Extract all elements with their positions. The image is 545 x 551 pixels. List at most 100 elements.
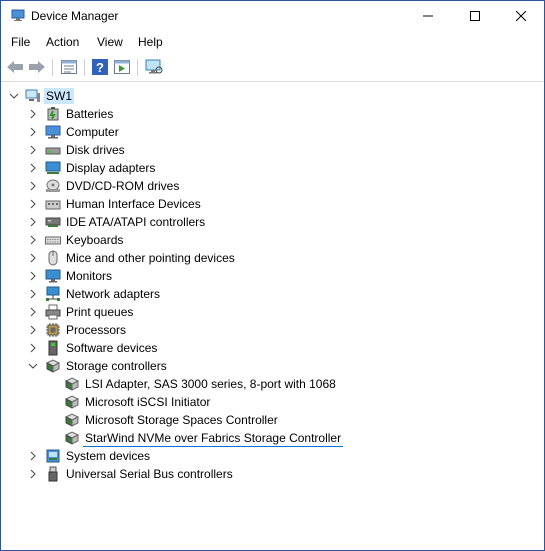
system-device-icon — [46, 449, 60, 463]
toolbar-separator — [52, 59, 53, 76]
tree-item-system-devices[interactable]: System devices — [1, 447, 544, 465]
tree-item-mice[interactable]: Mice and other pointing devices — [1, 249, 544, 267]
chevron-right-icon[interactable] — [28, 145, 38, 155]
monitor-icon — [45, 269, 61, 283]
printer-icon — [45, 304, 61, 320]
toolbar-separator — [137, 59, 138, 76]
tree-item-batteries[interactable]: Batteries — [1, 105, 544, 123]
menu-action[interactable]: Action — [46, 35, 79, 49]
scan-hardware-button[interactable] — [144, 57, 164, 77]
storage-controller-icon — [45, 359, 61, 373]
properties-button[interactable] — [59, 57, 79, 77]
tree-item-label: Mice and other pointing devices — [66, 251, 235, 265]
tree-item-keyboards[interactable]: Keyboards — [1, 231, 544, 249]
storage-controller-icon — [64, 377, 80, 391]
storage-device-label: Microsoft iSCSI Initiator — [85, 395, 211, 409]
run-button[interactable] — [112, 57, 132, 77]
tree-item-network-adapters[interactable]: Network adapters — [1, 285, 544, 303]
ide-controller-icon — [45, 217, 61, 227]
chevron-right-icon[interactable] — [28, 181, 38, 191]
device-manager-icon — [11, 9, 25, 21]
minimize-button[interactable] — [405, 1, 451, 31]
toolbar: ? — [1, 54, 544, 81]
chevron-right-icon[interactable] — [28, 163, 38, 173]
tree-item-hid[interactable]: Human Interface Devices — [1, 195, 544, 213]
tree-item-label: Keyboards — [66, 233, 124, 247]
menu-bar: File Action View Help — [1, 33, 544, 53]
chevron-right-icon[interactable] — [28, 235, 38, 245]
tree-item-print-queues[interactable]: Print queues — [1, 303, 544, 321]
storage-device-starwind-nvme[interactable]: StarWind NVMe over Fabrics Storage Contr… — [1, 429, 544, 447]
forward-button[interactable] — [27, 57, 47, 77]
tree-item-label: Disk drives — [66, 143, 125, 157]
chevron-right-icon[interactable] — [28, 217, 38, 227]
tree-root[interactable]: SW1 — [1, 87, 544, 105]
tree-item-monitors[interactable]: Monitors — [1, 267, 544, 285]
tree-item-label: Human Interface Devices — [66, 197, 201, 211]
tree-item-software-devices[interactable]: Software devices — [1, 339, 544, 357]
chevron-down-icon[interactable] — [9, 91, 19, 101]
computer-icon — [45, 125, 61, 139]
computer-icon — [25, 89, 40, 102]
run-icon — [114, 60, 130, 74]
chevron-down-icon[interactable] — [28, 361, 38, 371]
processor-icon — [46, 323, 60, 337]
storage-device-storage-spaces[interactable]: Microsoft Storage Spaces Controller — [1, 411, 544, 429]
chevron-right-icon[interactable] — [28, 253, 38, 263]
menu-help[interactable]: Help — [138, 35, 163, 49]
tree-item-storage-controllers[interactable]: Storage controllers — [1, 357, 544, 375]
device-tree[interactable]: SW1 Batteries Computer Disk drives Displ… — [1, 81, 544, 550]
tree-root-label[interactable]: SW1 — [44, 88, 75, 104]
chevron-right-icon[interactable] — [28, 289, 38, 299]
storage-controller-icon — [64, 431, 80, 445]
chevron-right-icon[interactable] — [28, 127, 38, 137]
menu-file[interactable]: File — [11, 35, 30, 49]
chevron-right-icon[interactable] — [28, 109, 38, 119]
menu-view[interactable]: View — [97, 35, 123, 49]
help-icon: ? — [92, 59, 108, 75]
hid-icon — [45, 200, 61, 210]
display-adapter-icon — [45, 161, 61, 174]
help-button[interactable]: ? — [90, 57, 110, 77]
forward-icon — [29, 61, 45, 73]
storage-device-lsi[interactable]: LSI Adapter, SAS 3000 series, 8-port wit… — [1, 375, 544, 393]
tree-item-usb-controllers[interactable]: Universal Serial Bus controllers — [1, 465, 544, 483]
maximize-button[interactable] — [452, 1, 498, 31]
close-icon — [516, 11, 526, 21]
tree-item-dvd-drives[interactable]: DVD/CD-ROM drives — [1, 177, 544, 195]
maximize-icon — [470, 11, 480, 21]
software-device-icon — [48, 340, 58, 356]
tree-item-computer[interactable]: Computer — [1, 123, 544, 141]
tree-item-label: Processors — [66, 323, 127, 337]
tree-item-ide-controllers[interactable]: IDE ATA/ATAPI controllers — [1, 213, 544, 231]
back-button[interactable] — [5, 57, 25, 77]
close-button[interactable] — [498, 1, 544, 31]
storage-device-label: Microsoft Storage Spaces Controller — [85, 413, 278, 427]
storage-device-iscsi[interactable]: Microsoft iSCSI Initiator — [1, 393, 544, 411]
chevron-right-icon[interactable] — [28, 199, 38, 209]
chevron-right-icon[interactable] — [28, 469, 38, 479]
chevron-right-icon[interactable] — [28, 343, 38, 353]
tree-item-display-adapters[interactable]: Display adapters — [1, 159, 544, 177]
chevron-right-icon[interactable] — [28, 325, 38, 335]
tree-item-label: Batteries — [66, 107, 114, 121]
chevron-right-icon[interactable] — [28, 451, 38, 461]
properties-icon — [61, 60, 77, 74]
back-icon — [7, 61, 23, 73]
tree-item-label: IDE ATA/ATAPI controllers — [66, 215, 206, 229]
tree-item-label: System devices — [66, 449, 151, 463]
tree-item-label: DVD/CD-ROM drives — [66, 179, 180, 193]
storage-controller-icon — [64, 395, 80, 409]
device-manager-window: Device Manager File Action View Help ? S… — [0, 0, 545, 551]
storage-device-label: LSI Adapter, SAS 3000 series, 8-port wit… — [85, 377, 336, 391]
chevron-right-icon[interactable] — [28, 271, 38, 281]
tree-item-label: Network adapters — [66, 287, 161, 301]
toolbar-separator — [84, 59, 85, 76]
mouse-icon — [48, 250, 58, 266]
chevron-right-icon[interactable] — [28, 307, 38, 317]
tree-item-label: Computer — [66, 125, 119, 139]
tree-item-processors[interactable]: Processors — [1, 321, 544, 339]
tree-item-disk-drives[interactable]: Disk drives — [1, 141, 544, 159]
tree-item-label: Storage controllers — [66, 359, 167, 373]
minimize-icon — [423, 15, 433, 17]
